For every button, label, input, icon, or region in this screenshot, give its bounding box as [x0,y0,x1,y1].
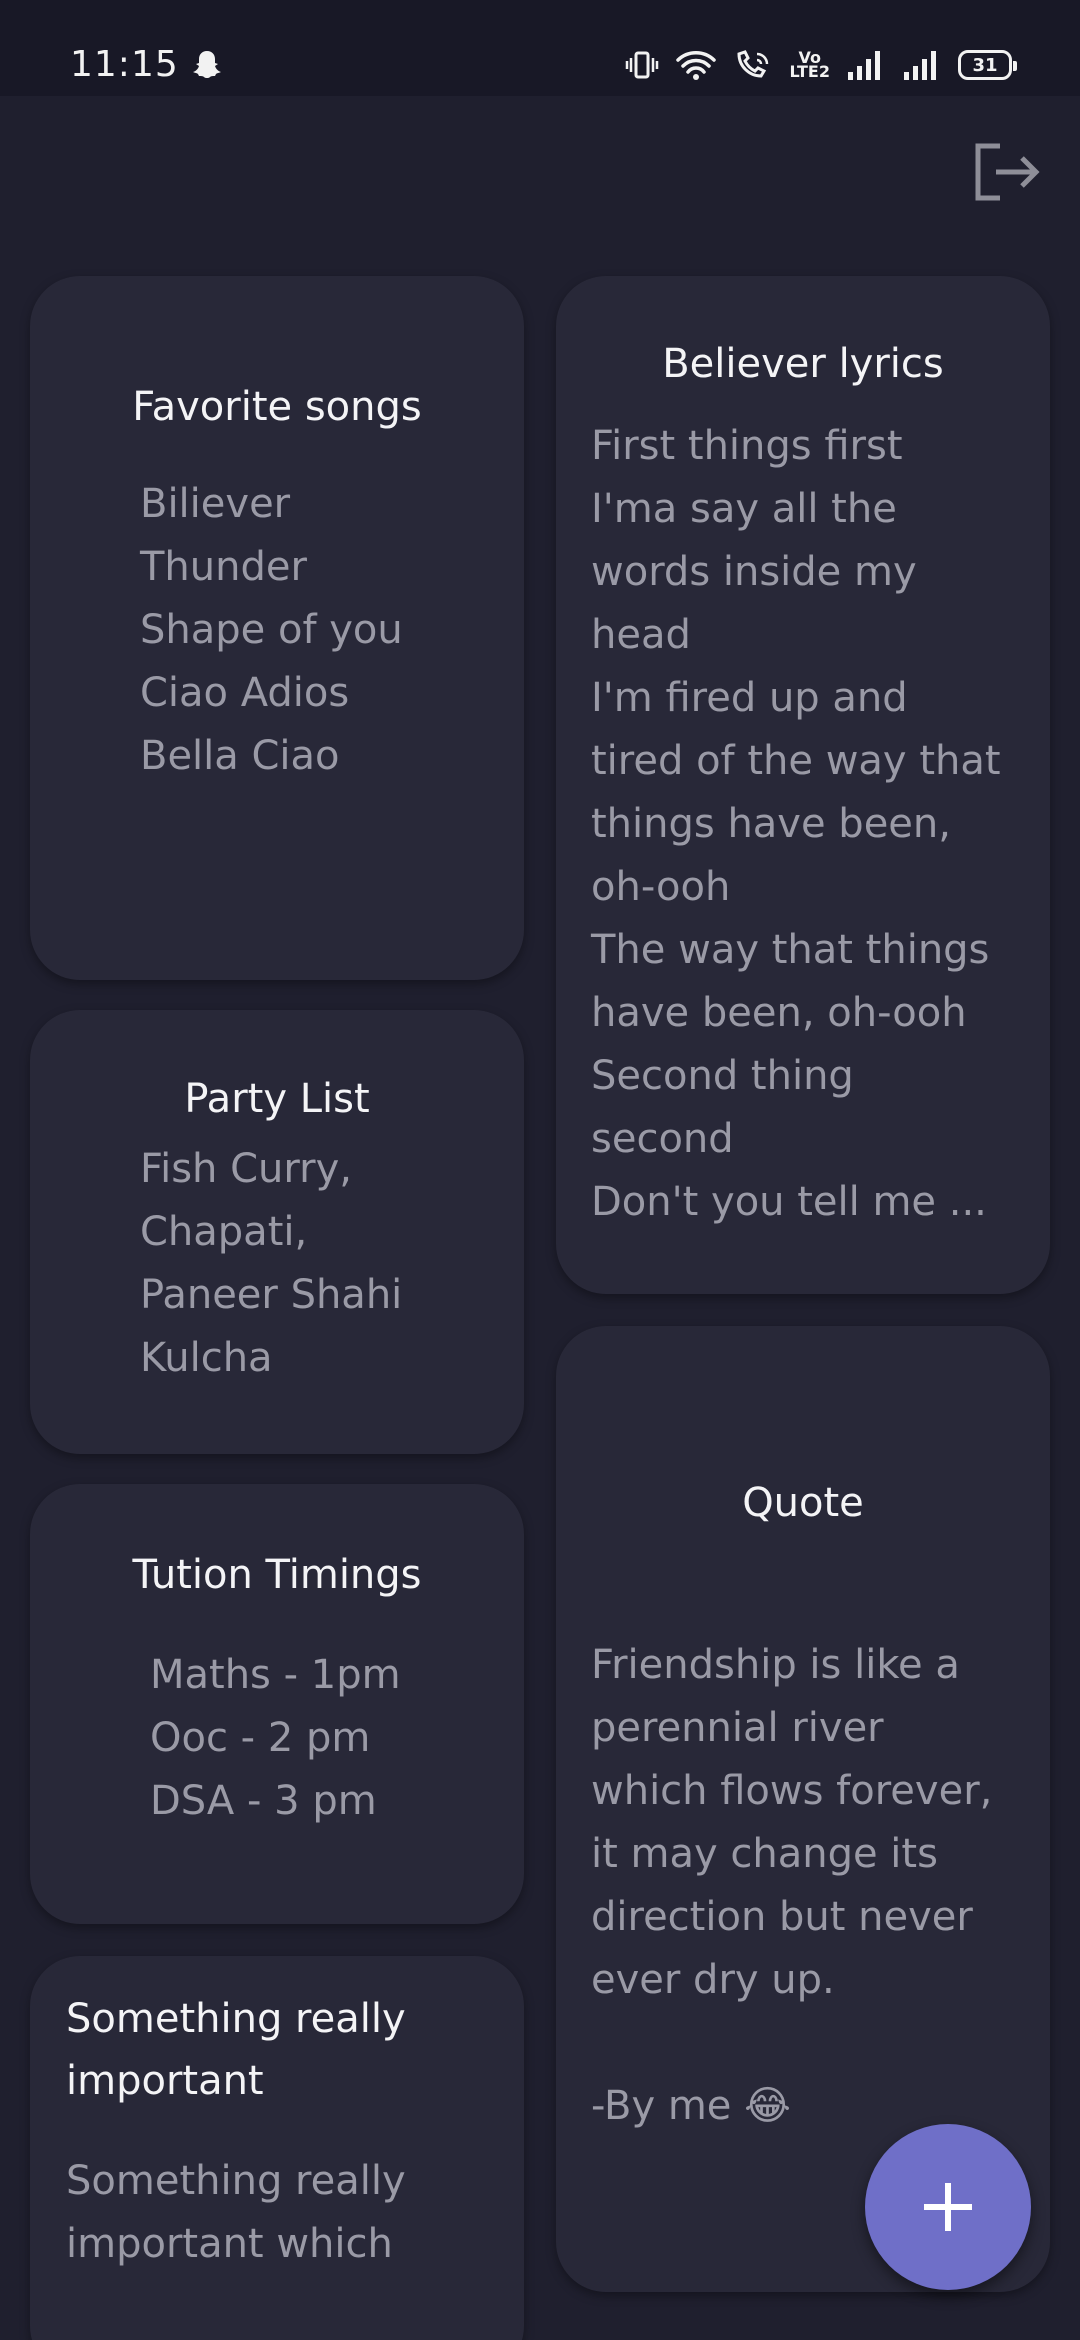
add-note-button[interactable] [865,2124,1031,2290]
status-icons: Vo LTE2 31 [625,48,1017,82]
note-card-tution-timings[interactable]: Tution Timings Maths - 1pm Ooc - 2 pm DS… [30,1484,524,1924]
note-line: second [591,1116,734,1162]
note-line: Ooc - 2 pm [150,1715,371,1761]
note-body: Something really important which [30,2150,524,2276]
status-time: 11:15 [70,44,179,85]
wifi-calling-icon [737,50,769,78]
note-card-something-important[interactable]: Something really important Something rea… [30,1956,524,2340]
note-line [591,2012,1050,2075]
note-line: Paneer Shahi [140,1272,403,1318]
wifi-icon [676,51,717,80]
status-bar: 11:15 Vo LTE2 31 [0,0,1080,96]
note-line: I'm fired up and [591,675,908,721]
note-card-favorite-songs[interactable]: Favorite songs Biliever Thunder Shape of… [30,276,524,980]
note-line: head [591,612,691,658]
note-line: it may change its [591,1831,938,1877]
note-line: have been, oh-ooh [591,990,967,1036]
note-title: Something really important [66,1996,406,2104]
note-line: oh-ooh [591,864,731,910]
note-title: Believer lyrics [662,341,944,387]
note-line: Biliever [140,481,291,527]
snapchat-icon [193,51,221,78]
note-line: The way that things [591,927,990,973]
note-card-believer-lyrics[interactable]: Believer lyrics First things first I'ma … [556,276,1050,1294]
note-line: Ciao Adios [140,670,350,716]
note-body: Biliever Thunder Shape of you Ciao Adios… [30,473,524,788]
note-line: Chapati, [140,1209,308,1255]
note-line: Second thing [591,1053,854,1099]
note-line: words inside my [591,549,917,595]
note-line: -By me 😂 [591,2083,791,2129]
note-line: Maths - 1pm [150,1652,401,1698]
note-line: First things first [591,423,903,469]
logout-icon[interactable] [970,140,1042,204]
note-title: Quote [742,1480,864,1526]
note-body: Maths - 1pm Ooc - 2 pm DSA - 3 pm [30,1644,524,1833]
plus-icon [924,2183,972,2231]
note-card-party-list[interactable]: Party List Fish Curry, Chapati, Paneer S… [30,1010,524,1454]
vibrate-icon [626,51,659,79]
notes-screen: 11:15 Vo LTE2 31 Favorite songs Biliever… [0,0,1080,2340]
note-line: Something really [66,2158,406,2204]
note-body: Friendship is like a perennial river whi… [556,1634,1050,2138]
note-line: I'ma say all the [591,486,897,532]
note-title: Tution Timings [132,1552,422,1598]
note-line: Shape of you [140,607,403,653]
note-line: direction but never [591,1894,973,1940]
note-line: tired of the way that [591,738,1001,784]
note-line: which flows forever, [591,1768,993,1814]
note-line: Don't you tell me ... [591,1179,987,1225]
note-line: Thunder [140,544,307,590]
note-line: DSA - 3 pm [150,1778,377,1824]
note-line: Kulcha [140,1335,273,1381]
note-line: things have been, [591,801,951,847]
note-body: First things first I'ma say all the word… [556,415,1050,1234]
battery-level: 31 [972,54,998,76]
signal-icon-2 [904,51,936,80]
battery-icon: 31 [958,50,1017,80]
note-line: Fish Curry, [140,1146,352,1192]
note-line: Bella Ciao [140,733,340,779]
note-title: Favorite songs [132,384,422,430]
volte-indicator: Vo LTE2 [789,48,830,81]
note-body: Fish Curry, Chapati, Paneer Shahi Kulcha [30,1138,524,1390]
signal-icon-1 [848,51,880,80]
note-line: Friendship is like a [591,1642,960,1688]
note-line: ever dry up. [591,1957,835,2003]
note-title: Party List [184,1076,370,1122]
note-line: important which [66,2221,393,2267]
note-line: perennial river [591,1705,884,1751]
